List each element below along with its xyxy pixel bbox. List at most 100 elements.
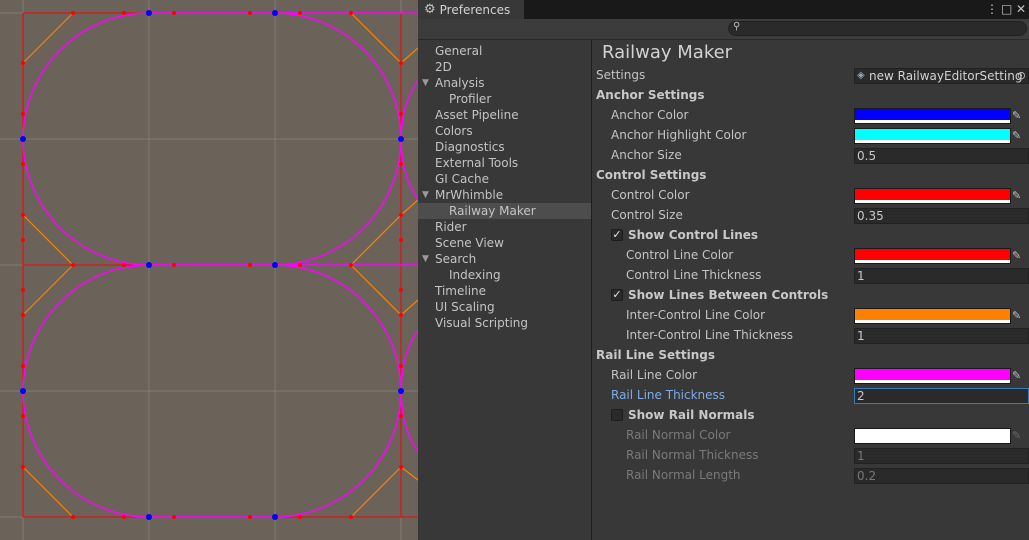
label-anchor-settings: Anchor Settings bbox=[596, 88, 705, 102]
label-show-control-lines: Show Control Lines bbox=[628, 228, 759, 242]
setting-row-rail-line-thickness: Rail Line Thickness 2 bbox=[592, 386, 1029, 406]
color-field-rail-line-color[interactable] bbox=[854, 368, 1011, 384]
alpha-strip bbox=[855, 200, 1010, 203]
sidebar-item-railway-maker[interactable]: Railway Maker bbox=[418, 203, 591, 219]
sidebar-item-2d[interactable]: 2D bbox=[418, 59, 591, 75]
eyedropper-icon[interactable]: ✎ bbox=[1012, 128, 1026, 144]
scriptable-object-icon: ◈ bbox=[857, 70, 865, 81]
sidebar-item-scene-view[interactable]: Scene View bbox=[418, 235, 591, 251]
preferences-content: Railway Maker Settings ◈ new RailwayEditor… bbox=[592, 40, 1029, 540]
eyedropper-icon[interactable]: ✎ bbox=[1012, 108, 1026, 124]
control-point bbox=[71, 515, 75, 519]
sidebar-item-profiler[interactable]: Profiler bbox=[418, 91, 591, 107]
label-control-settings: Control Settings bbox=[596, 168, 707, 182]
sidebar-item-general[interactable]: General bbox=[418, 43, 591, 59]
anchor-point bbox=[398, 136, 404, 142]
sidebar-item-asset-pipeline[interactable]: Asset Pipeline bbox=[418, 107, 591, 123]
object-field-settings[interactable]: ◈ new RailwayEditorSetting ⊙ bbox=[854, 68, 1029, 84]
sidebar-item-diagnostics[interactable]: Diagnostics bbox=[418, 139, 591, 155]
sidebar-item-ui-scaling[interactable]: UI Scaling bbox=[418, 299, 591, 315]
control-point bbox=[399, 61, 403, 65]
inter-control-line bbox=[22, 264, 74, 316]
sidebar-item-mrwhimble[interactable]: ▼ MrWhimble bbox=[418, 187, 591, 203]
sidebar-item-rider[interactable]: Rider bbox=[418, 219, 591, 235]
anchor-point bbox=[20, 388, 26, 394]
control-point bbox=[122, 11, 126, 15]
sidebar-item-search[interactable]: ▼ Search bbox=[418, 251, 591, 267]
control-point bbox=[399, 364, 403, 368]
control-point bbox=[399, 288, 403, 292]
sidebar-item-visual-scripting[interactable]: Visual Scripting bbox=[418, 315, 591, 331]
expand-arrow-icon[interactable]: ▼ bbox=[422, 75, 429, 91]
alpha-strip bbox=[855, 380, 1010, 383]
label-rail-line-color: Rail Line Color bbox=[611, 368, 698, 382]
setting-row-settings: Settings ◈ new RailwayEditorSetting ⊙ bbox=[592, 66, 1029, 86]
setting-row-rail-line-color: Rail Line Color ✎ bbox=[592, 366, 1029, 386]
alpha-strip bbox=[855, 120, 1010, 123]
control-point bbox=[21, 414, 25, 418]
control-point bbox=[21, 162, 25, 166]
label-control-line-thickness: Control Line Thickness bbox=[626, 268, 762, 282]
eyedropper-icon: ✎ bbox=[1012, 429, 1022, 442]
railway-scene-canvas[interactable] bbox=[0, 0, 418, 540]
label-rail-line-thickness: Rail Line Thickness bbox=[611, 388, 726, 402]
control-point bbox=[122, 515, 126, 519]
checkbox-show-rail-normals[interactable] bbox=[611, 409, 623, 421]
control-point bbox=[172, 263, 176, 267]
maximize-icon[interactable]: □ bbox=[1001, 1, 1012, 17]
search-icon: ⚲ bbox=[733, 21, 741, 32]
sidebar-item-colors[interactable]: Colors bbox=[418, 123, 591, 139]
sidebar-item-label: Analysis bbox=[435, 76, 485, 90]
sidebar-item-gi-cache[interactable]: GI Cache bbox=[418, 171, 591, 187]
label-settings: Settings bbox=[596, 68, 646, 82]
color-field-control-line-color[interactable] bbox=[854, 248, 1011, 264]
setting-row-control-color: Control Color ✎ bbox=[592, 186, 1029, 206]
preferences-tab[interactable]: ⚙ Preferences bbox=[418, 0, 524, 19]
tab-bar: ⚙ Preferences ⋮ □ ✕ bbox=[418, 0, 1029, 19]
input-control-line-thickness[interactable]: 1 bbox=[854, 268, 1029, 284]
input-anchor-size[interactable]: 0.5 bbox=[854, 148, 1029, 164]
label-anchor-color: Anchor Color bbox=[611, 108, 689, 122]
sidebar-item-timeline[interactable]: Timeline bbox=[418, 283, 591, 299]
setting-row-anchor-highlight-color: Anchor Highlight Color ✎ bbox=[592, 126, 1029, 146]
label-show-lines-between-controls: Show Lines Between Controls bbox=[628, 288, 829, 302]
expand-arrow-icon[interactable]: ▼ bbox=[422, 187, 429, 203]
color-field-inter-control-line-color[interactable] bbox=[854, 308, 1011, 324]
input-inter-control-line-thickness[interactable]: 1 bbox=[854, 328, 1029, 344]
sidebar-item-external-tools[interactable]: External Tools bbox=[418, 155, 591, 171]
search-input[interactable]: ⚲ bbox=[728, 21, 1027, 36]
control-point bbox=[172, 11, 176, 15]
control-point bbox=[399, 465, 403, 469]
eyedropper-icon[interactable]: ✎ bbox=[1012, 248, 1026, 264]
inter-control-line bbox=[350, 12, 402, 64]
checkbox-show-lines-between-controls[interactable]: ✓ bbox=[611, 289, 623, 301]
input-rail-normal-thickness: 1 bbox=[854, 448, 1029, 464]
setting-row-control-line-thickness: Control Line Thickness 1 bbox=[592, 266, 1029, 286]
sidebar-item-label: Profiler bbox=[449, 92, 492, 106]
eyedropper-icon[interactable]: ✎ bbox=[1012, 368, 1026, 384]
input-rail-line-thickness[interactable]: 2 bbox=[854, 388, 1029, 404]
eyedropper-icon[interactable]: ✎ bbox=[1012, 308, 1026, 324]
color-field-control-color[interactable] bbox=[854, 188, 1011, 204]
setting-row-anchor-settings: Anchor Settings bbox=[592, 86, 1029, 106]
checkbox-show-control-lines[interactable]: ✓ bbox=[611, 229, 623, 241]
kebab-menu-icon[interactable]: ⋮ bbox=[986, 1, 998, 17]
inter-control-line bbox=[350, 214, 402, 266]
eyedropper-icon[interactable]: ✎ bbox=[1012, 188, 1026, 204]
close-icon[interactable]: ✕ bbox=[1016, 1, 1026, 17]
input-control-size[interactable]: 0.35 bbox=[854, 208, 1029, 224]
label-show-rail-normals: Show Rail Normals bbox=[628, 408, 755, 422]
object-picker-icon[interactable]: ⊙ bbox=[1017, 69, 1026, 83]
sidebar-item-analysis[interactable]: ▼ Analysis bbox=[418, 75, 591, 91]
inter-control-line bbox=[400, 299, 418, 316]
sidebar-item-label: Indexing bbox=[449, 268, 501, 282]
sidebar-item-label: Search bbox=[435, 252, 477, 266]
expand-arrow-icon[interactable]: ▼ bbox=[422, 251, 429, 267]
inter-control-line bbox=[22, 214, 74, 266]
sidebar-item-label: Colors bbox=[435, 124, 473, 138]
label-rail-normal-color: Rail Normal Color bbox=[626, 428, 731, 442]
scene-view[interactable] bbox=[0, 0, 418, 540]
color-field-anchor-highlight-color[interactable] bbox=[854, 128, 1011, 144]
sidebar-item-indexing[interactable]: Indexing bbox=[418, 267, 591, 283]
color-field-anchor-color[interactable] bbox=[854, 108, 1011, 124]
